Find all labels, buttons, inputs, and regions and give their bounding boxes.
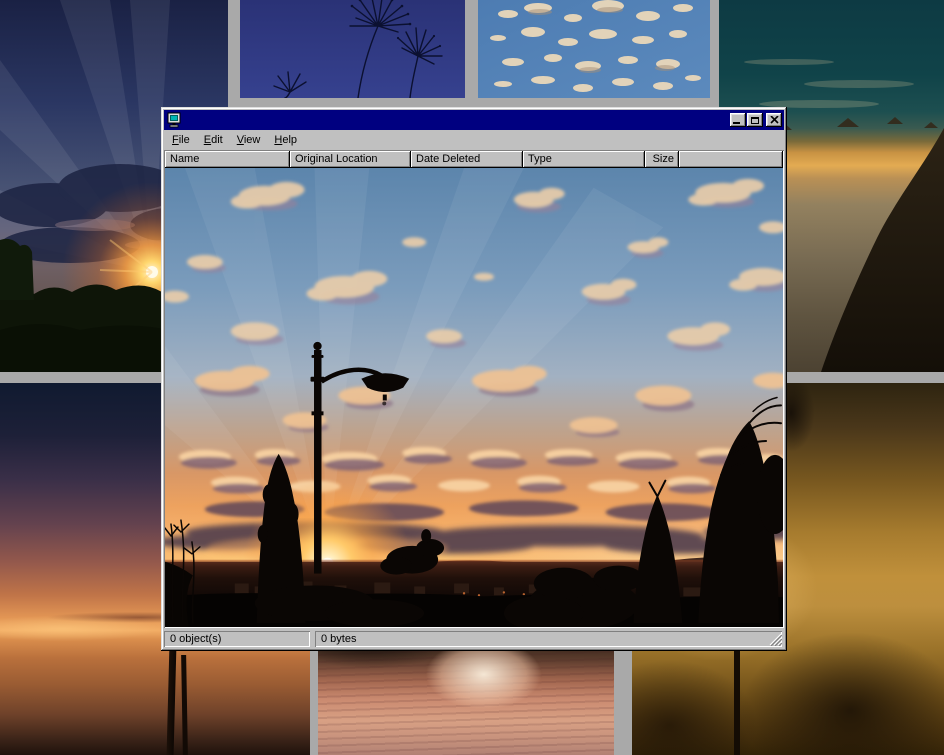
column-header-name[interactable]: Name (165, 151, 290, 168)
title-bar[interactable] (164, 110, 784, 130)
close-icon (770, 116, 779, 124)
wooden-pole (167, 645, 177, 755)
dried-flowers-art (240, 0, 465, 98)
menu-edit[interactable]: Edit (197, 132, 230, 148)
wooden-pole (181, 655, 188, 755)
desktop: File Edit View Help Name Original Locati… (0, 0, 944, 755)
maximize-icon (751, 117, 759, 124)
wallpaper-cloud-flecks-photo (478, 0, 710, 98)
wallpaper-dried-flowers-photo (240, 0, 465, 98)
computer-monitor-icon[interactable] (166, 112, 182, 128)
column-header-blank[interactable] (679, 151, 783, 168)
minimize-icon (733, 122, 740, 124)
thin-pole (734, 643, 740, 755)
sunset-lamp-photo (165, 168, 783, 627)
status-object-count: 0 object(s) (164, 631, 310, 647)
column-header-original-location[interactable]: Original Location (290, 151, 411, 168)
recycle-bin-window: File Edit View Help Name Original Locati… (161, 107, 787, 651)
close-button[interactable] (766, 113, 782, 127)
menu-bar: File Edit View Help (164, 130, 784, 150)
menu-file[interactable]: File (165, 132, 197, 148)
maximize-button[interactable] (747, 113, 763, 127)
column-header-row: Name Original Location Date Deleted Type… (165, 151, 783, 168)
file-list-panel: Name Original Location Date Deleted Type… (164, 150, 784, 628)
cloud-flecks-art (478, 0, 710, 98)
file-list-area[interactable] (165, 168, 783, 627)
resize-grip-icon[interactable] (769, 633, 782, 646)
status-bar: 0 object(s) 0 bytes (164, 628, 784, 648)
column-header-type[interactable]: Type (523, 151, 645, 168)
column-header-size[interactable]: Size (645, 151, 679, 168)
minimize-button[interactable] (730, 113, 746, 127)
menu-help[interactable]: Help (267, 132, 304, 148)
column-header-date-deleted[interactable]: Date Deleted (411, 151, 523, 168)
status-size: 0 bytes (315, 631, 782, 647)
menu-view[interactable]: View (230, 132, 268, 148)
